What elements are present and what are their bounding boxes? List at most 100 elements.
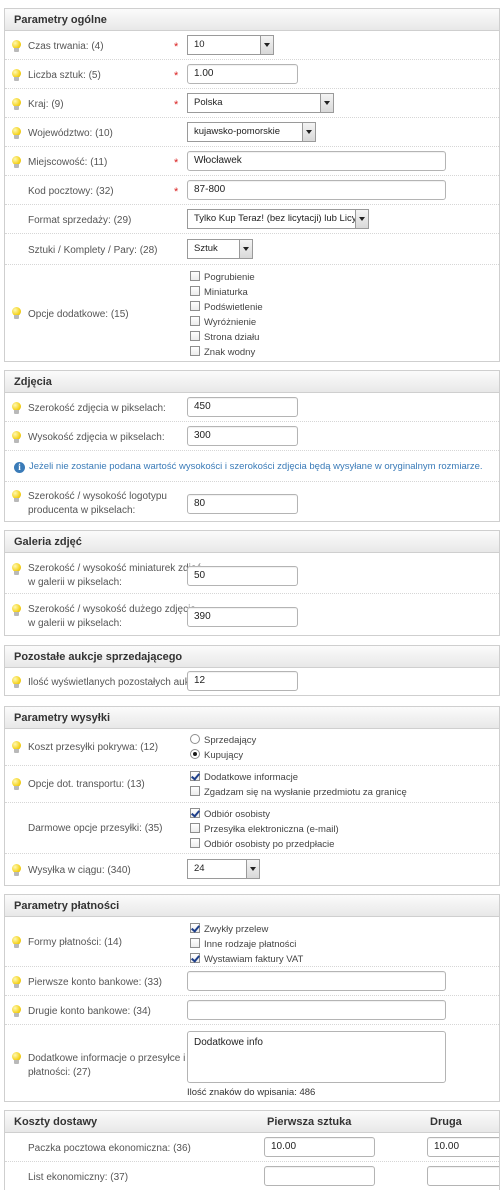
row-duration: Czas trwania: (4) * 10	[5, 31, 499, 60]
radio[interactable]	[190, 734, 200, 744]
option-featured[interactable]: Wyróżnienie	[190, 316, 256, 328]
lightbulb-icon[interactable]	[12, 1052, 21, 1065]
row-units: Sztuki / Komplety / Pary: (28) Sztuk	[5, 234, 499, 265]
gallery-big-label-line1: Szerokość / wysokość dużego zdjęcia	[28, 604, 196, 615]
chevron-down-icon[interactable]	[320, 94, 333, 112]
city-input[interactable]: Włocławek	[187, 151, 446, 171]
gallery-big-label-line2: w galerii w pikselach:	[28, 618, 122, 629]
quantity-input[interactable]: 1.00	[187, 64, 298, 84]
lightbulb-icon[interactable]	[12, 69, 21, 82]
photo-height-input[interactable]: 300	[187, 426, 298, 446]
lightbulb-icon[interactable]	[12, 156, 21, 169]
lightbulb-icon[interactable]	[12, 563, 21, 576]
lightbulb-icon[interactable]	[12, 307, 21, 320]
row-photo-info: i Jeżeli nie zostanie podana wartość wyso…	[5, 451, 499, 482]
option-highlight[interactable]: Podświetlenie	[190, 301, 263, 313]
lightbulb-icon[interactable]	[12, 936, 21, 949]
checkbox[interactable]	[190, 271, 200, 281]
checkbox[interactable]	[190, 938, 200, 948]
extra-info-textarea[interactable]: Dodatkowe info	[187, 1031, 446, 1083]
other-count-input[interactable]: 12	[187, 671, 298, 691]
logo-size-input[interactable]: 80	[187, 494, 298, 514]
payment-transfer[interactable]: Zwykły przelew	[190, 923, 268, 935]
row-city: Miejscowość: (11) * Włocławek	[5, 147, 499, 176]
option-bold[interactable]: Pogrubienie	[190, 271, 255, 283]
gallery-thumbs-input[interactable]: 50	[187, 566, 298, 586]
row-photo-width: Szerokość zdjęcia w pikselach: 450	[5, 393, 499, 422]
checkbox[interactable]	[190, 838, 200, 848]
checkbox[interactable]	[190, 786, 200, 796]
country-select[interactable]: Polska	[187, 93, 334, 113]
transport-extra-info[interactable]: Dodatkowe informacje	[190, 771, 298, 783]
chevron-down-icon[interactable]	[302, 123, 315, 141]
sale-format-select[interactable]: Tylko Kup Teraz! (bez licytacji) lub Lic…	[187, 209, 369, 229]
radio-buyer[interactable]: Kupujący	[190, 749, 243, 761]
lightbulb-icon[interactable]	[12, 976, 21, 989]
postcode-input[interactable]: 87-800	[187, 180, 446, 200]
char-counter: Ilość znaków do wpisania: 486	[187, 1087, 315, 1098]
checkbox-checked[interactable]	[190, 771, 200, 781]
row-extra-info: Dodatkowe informacje o przesyłce i płatn…	[5, 1025, 499, 1101]
lightbulb-icon[interactable]	[12, 741, 21, 754]
payment-vat-invoice[interactable]: Wystawiam faktury VAT	[190, 953, 303, 965]
radio-selected[interactable]	[190, 749, 200, 759]
lightbulb-icon[interactable]	[12, 127, 21, 140]
lightbulb-icon[interactable]	[12, 864, 21, 877]
checkbox[interactable]	[190, 331, 200, 341]
free-email-delivery[interactable]: Przesyłka elektroniczna (e-mail)	[190, 823, 339, 835]
delivery-first-input[interactable]: 10.00	[264, 1137, 375, 1157]
free-shipping-label: Darmowe opcje przesyłki: (35)	[28, 823, 163, 834]
lightbulb-icon[interactable]	[12, 1005, 21, 1018]
gallery-big-input[interactable]: 390	[187, 607, 298, 627]
option-watermark[interactable]: Znak wodny	[190, 346, 255, 358]
chevron-down-icon[interactable]	[246, 860, 259, 878]
lightbulb-icon[interactable]	[12, 402, 21, 415]
lightbulb-icon[interactable]	[12, 676, 21, 689]
checkbox[interactable]	[190, 286, 200, 296]
option-category-page[interactable]: Strona działu	[190, 331, 259, 343]
row-region: Województwo: (10) kujawsko-pomorskie	[5, 118, 499, 147]
row-extra-options: Opcje dodatkowe: (15) Pogrubienie Miniat…	[5, 265, 499, 361]
lightbulb-icon[interactable]	[12, 604, 21, 617]
delivery-second-input[interactable]: 10.00	[427, 1137, 499, 1157]
sale-format-label: Format sprzedaży: (29)	[28, 215, 132, 226]
checkbox-checked[interactable]	[190, 808, 200, 818]
chevron-down-icon[interactable]	[239, 240, 252, 258]
quantity-label: Liczba sztuk: (5)	[28, 70, 101, 81]
checkbox-checked[interactable]	[190, 923, 200, 933]
option-thumbnail[interactable]: Miniaturka	[190, 286, 248, 298]
transport-abroad[interactable]: Zgadzam się na wysłanie przedmiotu za gr…	[190, 786, 407, 798]
info-icon: i	[14, 462, 25, 473]
checkbox[interactable]	[190, 301, 200, 311]
dispatch-select[interactable]: 24	[187, 859, 260, 879]
account2-label: Drugie konto bankowe: (34)	[28, 1006, 151, 1017]
payment-other[interactable]: Inne rodzaje płatności	[190, 938, 296, 950]
chevron-down-icon[interactable]	[260, 36, 273, 54]
checkbox-checked[interactable]	[190, 953, 200, 963]
checkbox[interactable]	[190, 823, 200, 833]
lightbulb-icon[interactable]	[12, 98, 21, 111]
duration-select[interactable]: 10	[187, 35, 274, 55]
radio-seller[interactable]: Sprzedający	[190, 734, 256, 746]
row-dispatch: Wysyłka w ciągu: (340) 24	[5, 854, 499, 885]
photo-width-input[interactable]: 450	[187, 397, 298, 417]
lightbulb-icon[interactable]	[12, 40, 21, 53]
delivery-second-input[interactable]	[427, 1166, 499, 1186]
chevron-down-icon[interactable]	[355, 210, 368, 228]
checkbox[interactable]	[190, 346, 200, 356]
units-select[interactable]: Sztuk	[187, 239, 253, 259]
region-select[interactable]: kujawsko-pomorskie	[187, 122, 316, 142]
dispatch-label: Wysyłka w ciągu: (340)	[28, 865, 131, 876]
section-title: Parametry płatności	[5, 895, 499, 917]
lightbulb-icon[interactable]	[12, 431, 21, 444]
checkbox[interactable]	[190, 316, 200, 326]
row-other-count: Ilość wyświetlanych pozostałych aukcji: …	[5, 668, 499, 695]
lightbulb-icon[interactable]	[12, 490, 21, 503]
section-gallery: Galeria zdjęć Szerokość / wysokość minia…	[4, 530, 500, 636]
account1-input[interactable]	[187, 971, 446, 991]
delivery-first-input[interactable]	[264, 1166, 375, 1186]
free-pickup-prepaid[interactable]: Odbiór osobisty po przedpłacie	[190, 838, 334, 850]
lightbulb-icon[interactable]	[12, 778, 21, 791]
free-personal-pickup[interactable]: Odbiór osobisty	[190, 808, 270, 820]
account2-input[interactable]	[187, 1000, 446, 1020]
